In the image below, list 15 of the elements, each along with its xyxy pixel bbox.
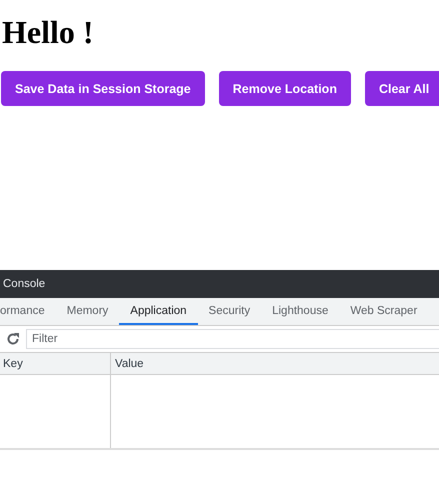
- column-header: Key: [3, 358, 23, 370]
- console-tab[interactable]: Console: [0, 278, 46, 290]
- panel-tab[interactable]: Lighthouse: [261, 298, 340, 325]
- action-button[interactable]: Remove Location: [218, 71, 351, 106]
- action-button[interactable]: Clear All: [364, 71, 439, 106]
- page-heading: Hello !: [1, 13, 94, 51]
- filter-field[interactable]: Filter: [26, 329, 439, 349]
- reload-icon[interactable]: [6, 332, 20, 346]
- action-button[interactable]: Save Data in Session Storage: [1, 71, 205, 106]
- panel-tab[interactable]: Memory: [56, 298, 120, 325]
- panel-tab[interactable]: Application: [119, 298, 198, 325]
- column-header: Value: [115, 358, 144, 370]
- panel-tab[interactable]: ormance: [0, 298, 56, 325]
- panel-tab[interactable]: Security: [198, 298, 262, 325]
- panel-tab[interactable]: Web Scraper: [339, 298, 428, 325]
